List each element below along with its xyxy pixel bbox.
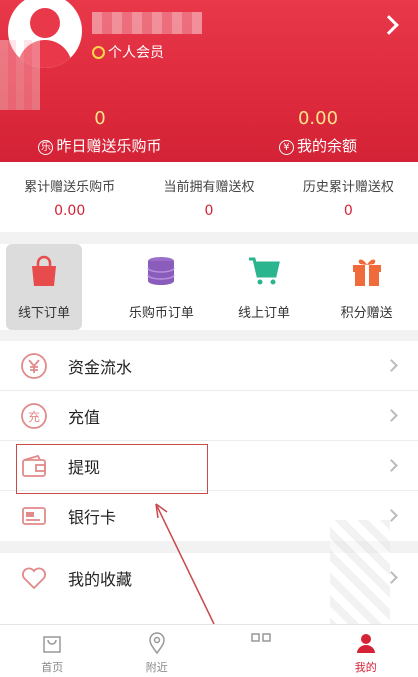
yesterday-value: 0 — [94, 108, 106, 129]
member-level: 个人会员 — [92, 42, 164, 62]
bottom-tab-bar: 首页 附近 我的 — [0, 624, 418, 677]
shopping-bag-icon — [32, 255, 56, 286]
yen-circle-icon — [21, 352, 47, 379]
tab-mine[interactable]: 我的 — [314, 625, 418, 677]
recharge-icon: 充 — [21, 402, 47, 429]
yen-icon: ¥ — [278, 140, 294, 155]
menu-item-fund-flow[interactable]: 资金流水 — [0, 341, 418, 391]
yesterday-label: 昨日赠送乐购币 — [56, 137, 162, 155]
heart-icon — [22, 567, 46, 590]
location-pin-icon — [148, 632, 165, 655]
user-icon — [356, 634, 375, 653]
chevron-right-icon[interactable] — [379, 15, 399, 35]
tab-category[interactable] — [209, 625, 314, 677]
balance-value: 0.00 — [297, 108, 339, 129]
count-total-gift[interactable]: 累计赠送乐购币 0.00 — [0, 162, 139, 232]
grid-icon — [251, 633, 271, 642]
online-orders-button[interactable]: 线上订单 — [213, 244, 316, 330]
points-gift-button[interactable]: 积分赠送 — [315, 244, 418, 330]
offline-orders-button[interactable]: 线下订单 — [6, 244, 82, 330]
home-bag-icon — [43, 636, 61, 653]
chevron-right-icon — [385, 359, 398, 372]
blurred-username — [92, 12, 202, 34]
noise-blur — [330, 520, 390, 640]
coin-orders-button[interactable]: 乐购币订单 — [110, 244, 213, 330]
svg-text:充: 充 — [28, 409, 40, 424]
mosaic-blur — [0, 40, 40, 110]
chevron-right-icon — [385, 459, 398, 472]
count-current-rights[interactable]: 当前拥有赠送权 0 — [139, 162, 278, 232]
highlight-box — [16, 444, 208, 494]
shopping-cart-icon — [249, 257, 280, 285]
le-coin-icon: 乐 — [38, 140, 54, 155]
gift-counts: 累计赠送乐购币 0.00 当前拥有赠送权 0 历史累计赠送权 0 — [0, 162, 418, 232]
menu-item-recharge[interactable]: 充 充值 — [0, 391, 418, 441]
yesterday-gift-stat[interactable]: 0 乐昨日赠送乐购币 — [0, 108, 200, 156]
balance-stat[interactable]: 0.00 ¥ 我的余额 — [218, 108, 418, 156]
count-history-rights[interactable]: 历史累计赠送权 0 — [279, 162, 418, 232]
member-badge-icon — [92, 45, 105, 59]
coin-stack-icon — [147, 257, 176, 285]
profile-header: 个人会员 0 乐昨日赠送乐购币 0.00 ¥ 我的余额 — [0, 0, 418, 162]
bank-card-icon — [22, 507, 46, 525]
annotation-arrow — [155, 503, 215, 625]
tab-home[interactable]: 首页 — [0, 625, 105, 677]
member-label: 个人会员 — [108, 45, 164, 61]
gift-icon — [352, 259, 381, 286]
chevron-right-icon — [385, 409, 398, 422]
tab-nearby[interactable]: 附近 — [105, 625, 210, 677]
balance-label: 我的余额 — [296, 137, 357, 155]
order-shortcuts: 线下订单 乐购币订单 线上订单 积分赠送 — [0, 244, 418, 330]
